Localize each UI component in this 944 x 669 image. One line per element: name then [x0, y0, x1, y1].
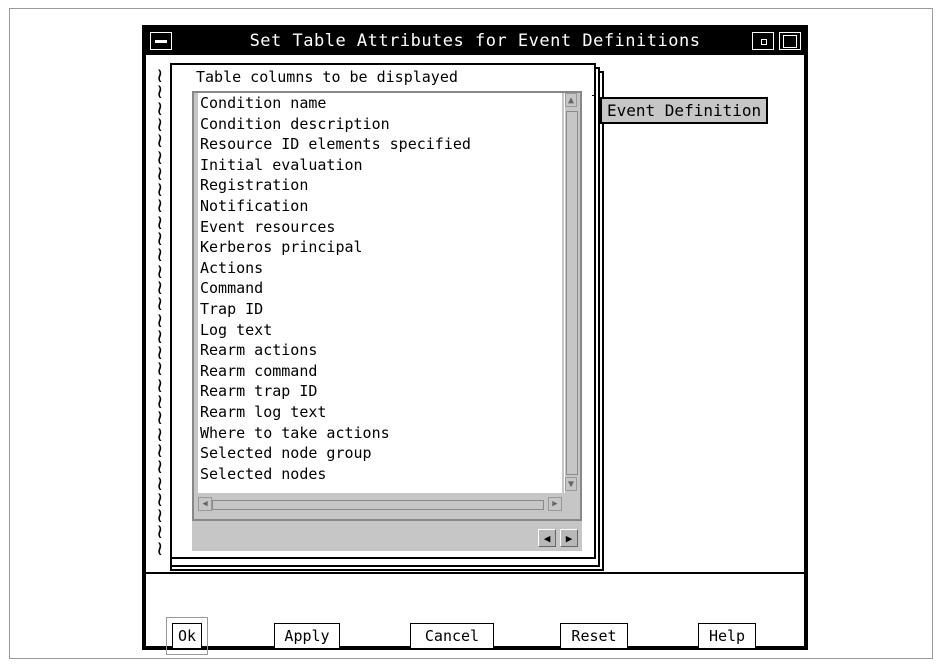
list-item[interactable]: Rearm trap ID [198, 381, 562, 402]
spiral-binding-icon: ≀ ≀ ≀ ≀ ≀ ≀ ≀ ≀ ≀ ≀ ≀ ≀ ≀ ≀ ≀ ≀ ≀ ≀ ≀ ≀ ≀ ≀ ≀ ≀ ≀ ≀ ≀ ≀ ≀ ≀ [154, 65, 188, 560]
cancel-button[interactable]: Cancel [410, 623, 494, 649]
list-item[interactable]: Notification [198, 196, 562, 217]
reset-button[interactable]: Reset [560, 623, 628, 649]
scroll-left-arrow-icon[interactable]: ◀ [198, 497, 212, 511]
horizontal-scrollbar[interactable]: ◀ ▶ [198, 497, 562, 511]
tab-connector [592, 95, 596, 116]
list-item[interactable]: Registration [198, 175, 562, 196]
list-item[interactable]: Rearm actions [198, 340, 562, 361]
scroll-up-arrow-icon[interactable]: ▲ [565, 93, 577, 107]
list-item[interactable]: Command [198, 278, 562, 299]
list-item[interactable]: Event resources [198, 217, 562, 238]
previous-page-icon[interactable]: ◀ [538, 529, 556, 547]
list-item[interactable]: Rearm log text [198, 402, 562, 423]
notebook-page: Table columns to be displayed Condition … [170, 63, 596, 559]
title-bar[interactable]: Set Table Attributes for Event Definitio… [146, 29, 804, 57]
vertical-scroll-thumb[interactable] [566, 111, 578, 475]
dialog-client-area: Table columns to be displayed Condition … [146, 55, 804, 655]
notebook: Table columns to be displayed Condition … [154, 63, 604, 571]
list-item[interactable]: Resource ID elements specified [198, 134, 562, 155]
page-navigation: ◀ ▶ [192, 521, 582, 551]
columns-list[interactable]: Condition name Condition description Resou… [198, 93, 562, 493]
window-title: Set Table Attributes for Event Definitio… [249, 31, 701, 51]
list-item[interactable]: Log text [198, 320, 562, 341]
button-area-divider [146, 572, 804, 574]
list-item[interactable]: Where to take actions [198, 423, 562, 444]
list-item[interactable]: Condition description [198, 114, 562, 135]
maximize-icon[interactable] [779, 32, 801, 50]
columns-listbox[interactable]: Condition name Condition description Resou… [192, 91, 582, 521]
scroll-right-arrow-icon[interactable]: ▶ [548, 497, 562, 511]
dialog-window: Set Table Attributes for Event Definitio… [142, 25, 808, 655]
list-item[interactable]: Trap ID [198, 299, 562, 320]
spiral-ring-icon: ≀ [156, 535, 164, 560]
scroll-down-arrow-icon[interactable]: ▼ [565, 477, 577, 491]
table-columns-label: Table columns to be displayed [196, 68, 458, 86]
list-item[interactable]: Condition name [198, 93, 562, 114]
list-item[interactable]: Selected nodes [198, 464, 562, 485]
help-button[interactable]: Help [698, 623, 756, 649]
list-item[interactable]: Selected node group [198, 443, 562, 464]
apply-button[interactable]: Apply [274, 623, 340, 649]
horizontal-scroll-thumb[interactable] [212, 500, 544, 510]
list-item[interactable]: Rearm command [198, 361, 562, 382]
vertical-scrollbar[interactable]: ▲ ▼ [564, 93, 579, 493]
list-item[interactable]: Initial evaluation [198, 155, 562, 176]
list-item[interactable]: Kerberos principal [198, 237, 562, 258]
ok-button[interactable]: Ok [172, 623, 202, 649]
minimize-icon[interactable] [752, 32, 774, 50]
next-page-icon[interactable]: ▶ [560, 529, 578, 547]
tab-event-definition[interactable]: Event Definition [600, 97, 769, 124]
list-item[interactable]: Actions [198, 258, 562, 279]
